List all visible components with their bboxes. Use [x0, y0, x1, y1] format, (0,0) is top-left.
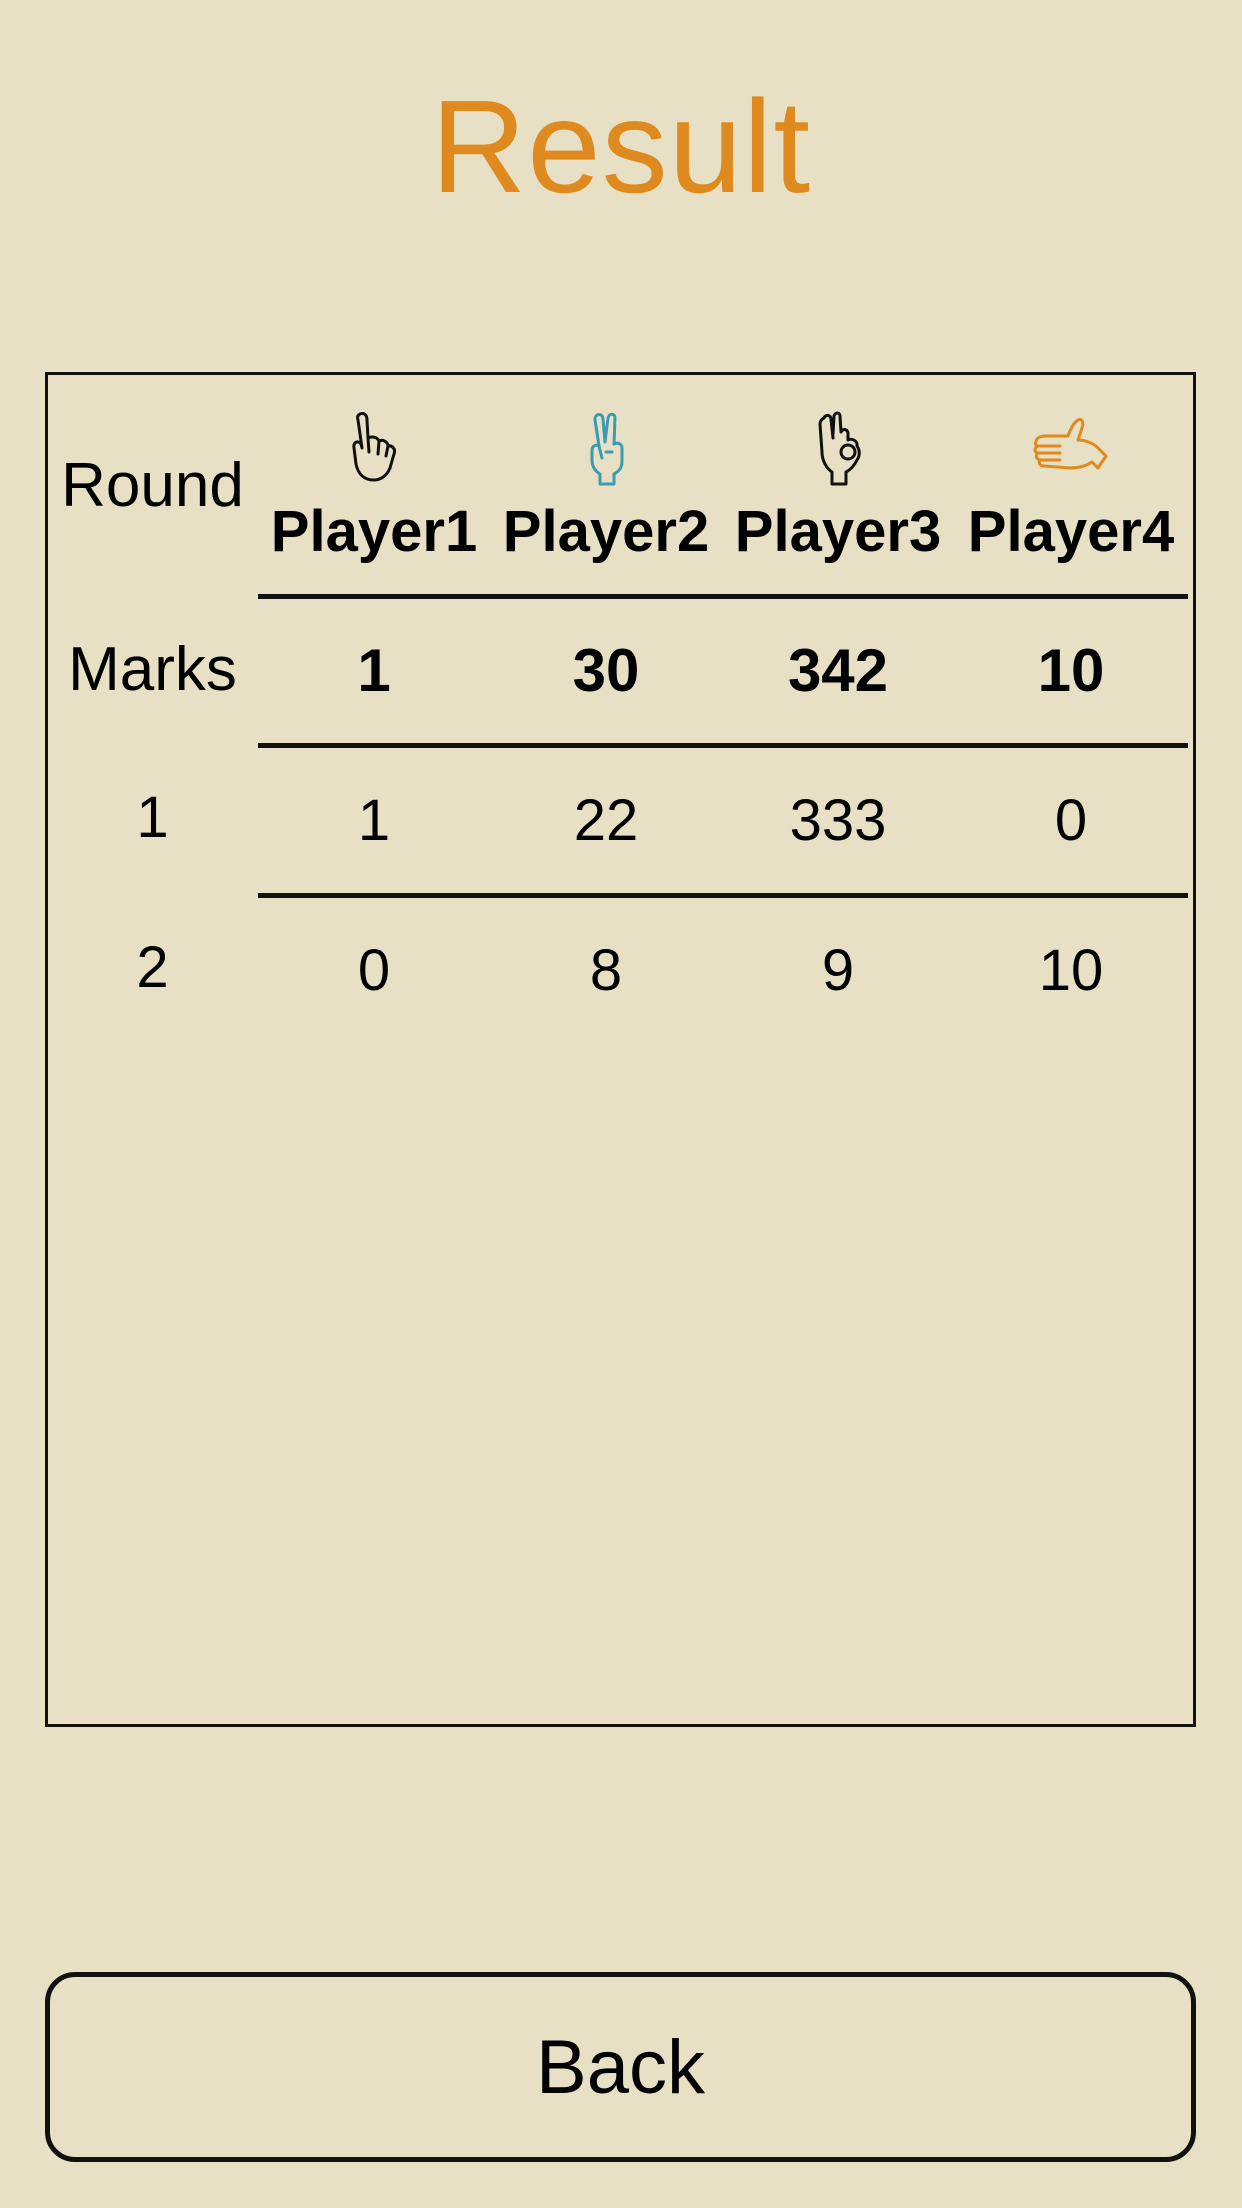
marks-divider: [258, 743, 1188, 748]
round1-player1: 1: [357, 788, 391, 853]
round2-player1: 0: [357, 938, 391, 1003]
round1-divider: [258, 893, 1188, 898]
round2-player4: 10: [1038, 938, 1104, 1003]
marks-player3: 342: [787, 637, 889, 704]
player3-header: Player3: [734, 499, 942, 564]
player1-header: Player1: [270, 499, 478, 564]
results-table: [45, 372, 1196, 1727]
marks-player4: 10: [1037, 637, 1105, 704]
round1-player4: 0: [1054, 788, 1088, 853]
round2-player3: 9: [821, 938, 855, 1003]
round1-player3: 333: [789, 788, 887, 853]
round-number: 1: [136, 785, 169, 850]
victory-hand-icon: [568, 408, 648, 488]
marks-player1: 1: [357, 637, 391, 704]
header-divider: [258, 594, 1188, 599]
page-title: Result: [430, 73, 812, 220]
round-column-header: Round: [61, 451, 244, 520]
marks-row-label: Marks: [68, 635, 237, 704]
player2-header: Player2: [502, 499, 710, 564]
round-number: 2: [136, 935, 169, 1000]
open-palm-hand-icon: [1030, 408, 1110, 488]
marks-player2: 30: [572, 637, 640, 704]
back-button[interactable]: Back: [45, 1972, 1196, 2162]
pointing-up-hand-icon: [334, 408, 414, 488]
player4-header: Player4: [967, 499, 1175, 564]
round1-player2: 22: [573, 788, 639, 853]
ok-hand-icon: [802, 408, 882, 488]
round2-player2: 8: [589, 938, 623, 1003]
